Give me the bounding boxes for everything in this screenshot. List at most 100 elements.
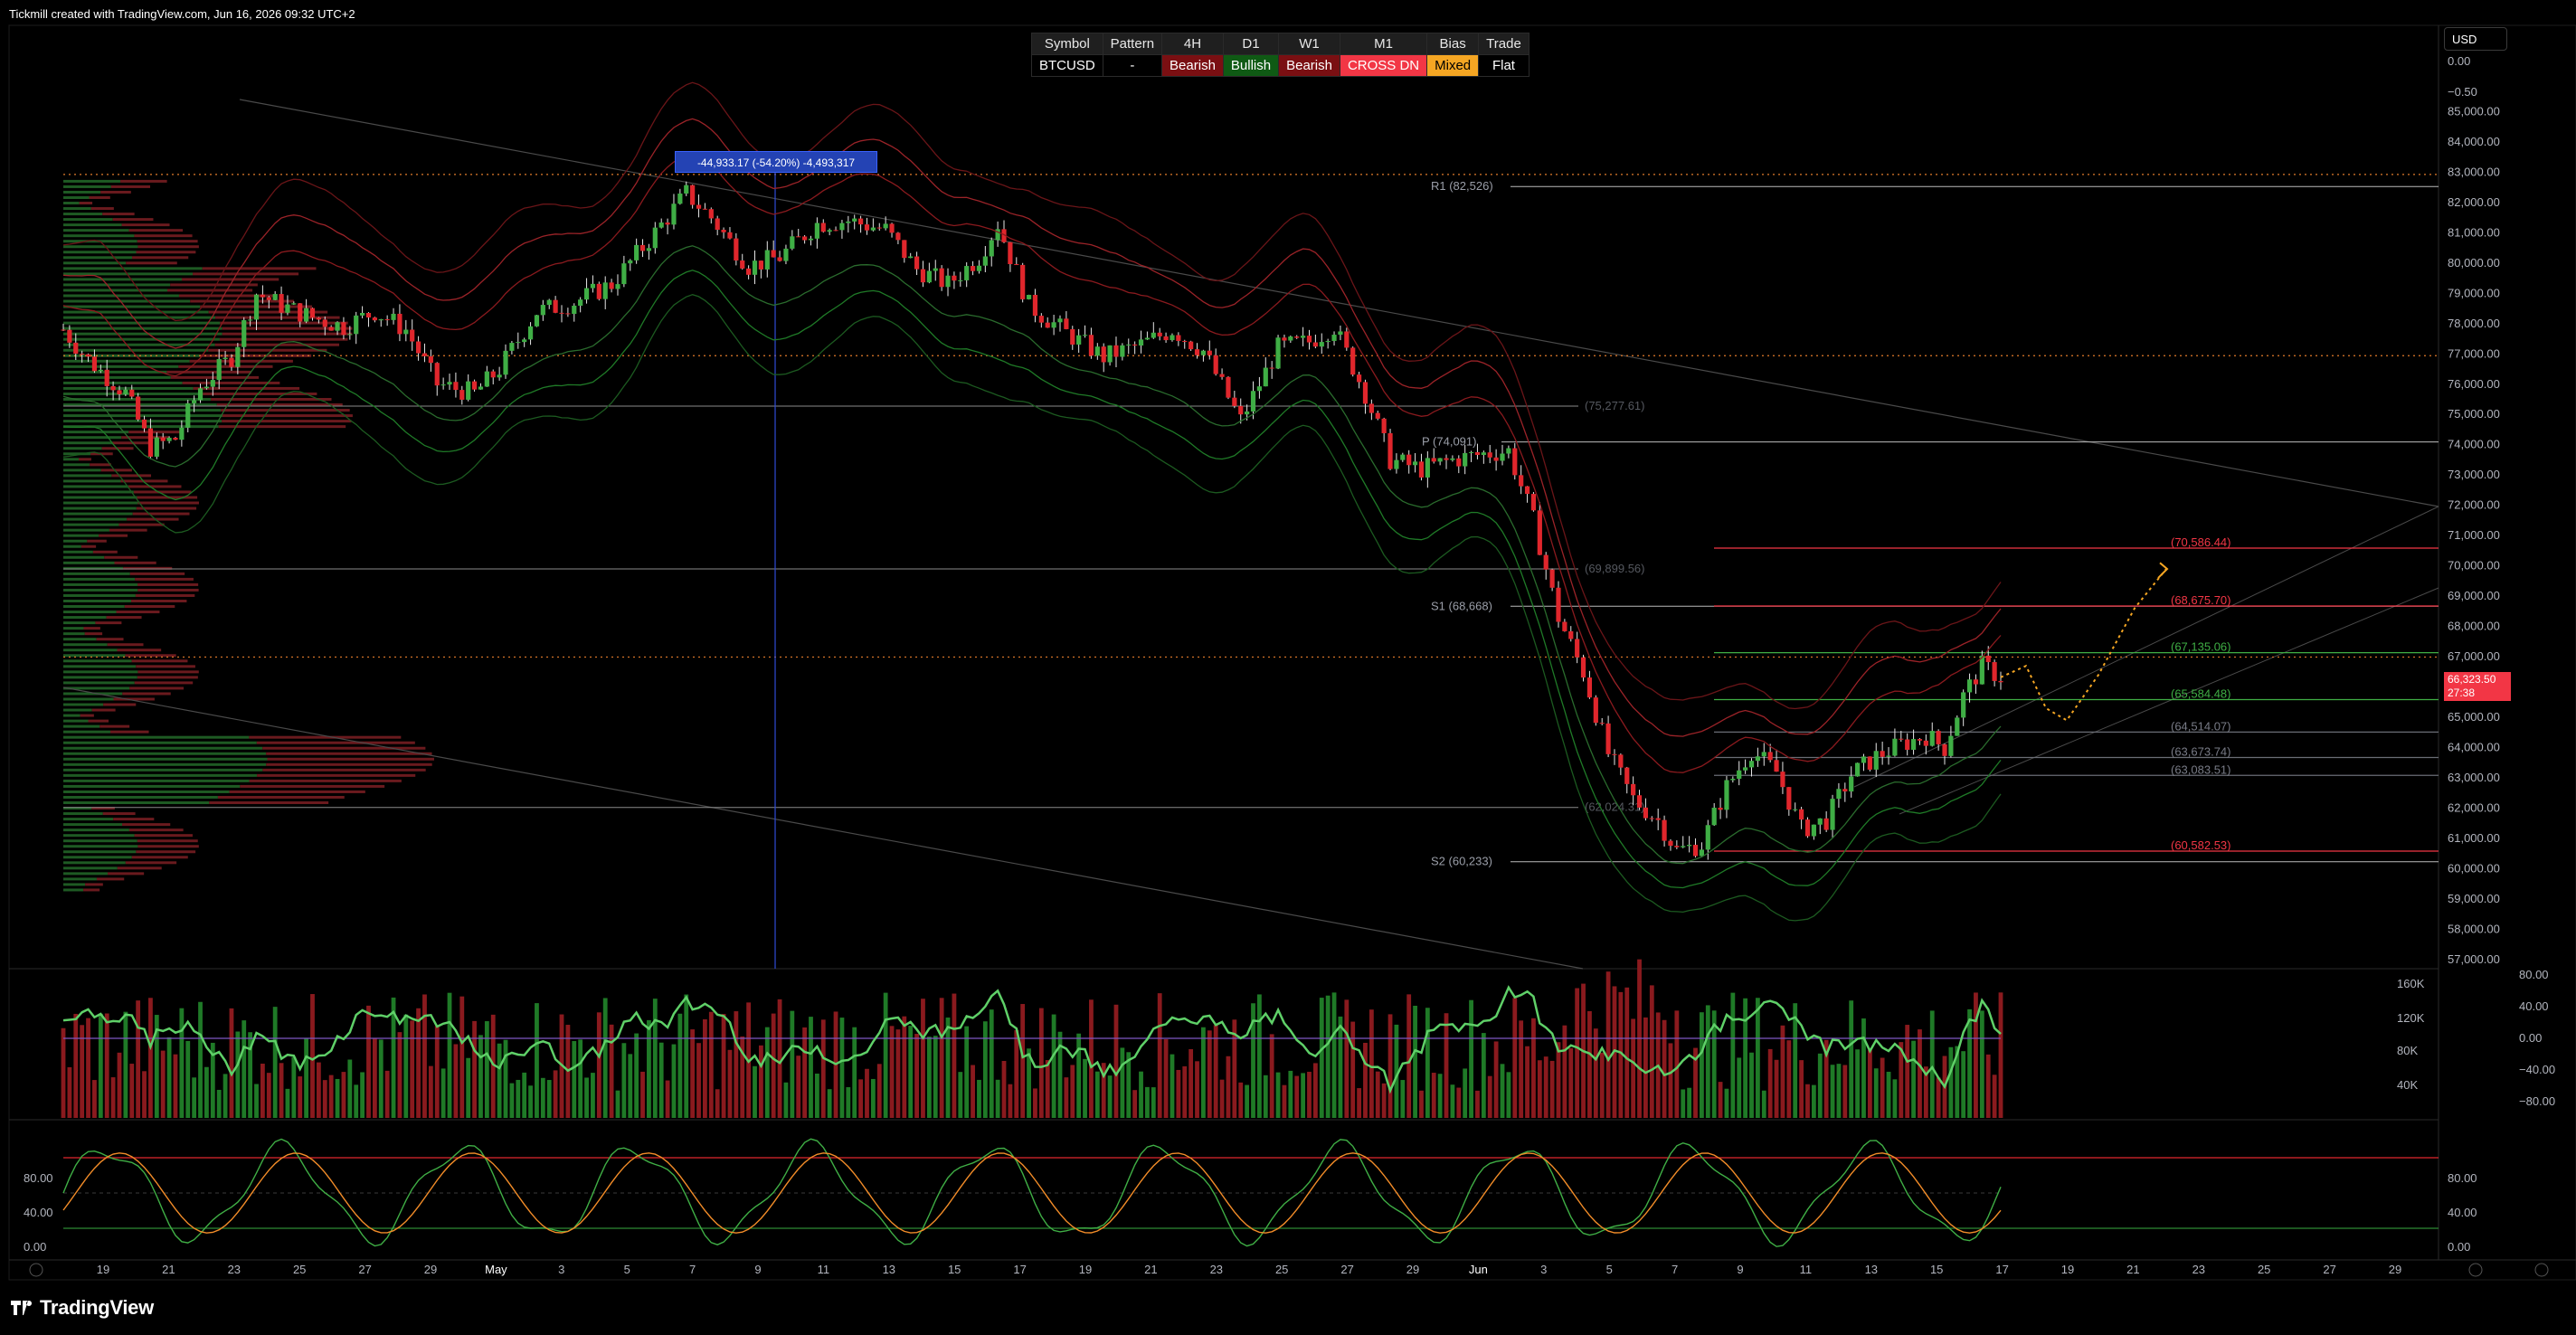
volume-bar xyxy=(572,1041,577,1118)
level-price-label: (62,024.31) xyxy=(1585,800,1645,814)
candle-body xyxy=(1226,376,1231,398)
candle-body xyxy=(1412,461,1418,466)
volume-bar xyxy=(1070,1065,1075,1118)
volume-bar xyxy=(1045,1060,1050,1118)
volume-bar xyxy=(1737,1057,1742,1118)
candle-body xyxy=(1618,754,1624,768)
volume-profile-bar xyxy=(118,523,165,526)
candle-body xyxy=(546,299,552,306)
volume-bar xyxy=(1643,1017,1648,1118)
candle-body xyxy=(1344,331,1350,348)
candle-body xyxy=(1275,337,1281,369)
volume-profile-bar xyxy=(63,195,90,199)
candle-body xyxy=(1767,752,1773,761)
oscillator-axis-label: 0.00 xyxy=(2519,1031,2542,1045)
candle-body xyxy=(1500,453,1505,461)
volume-bar xyxy=(1425,1008,1430,1118)
volume-bar xyxy=(1979,1010,1984,1118)
volume-bar xyxy=(1107,1075,1113,1118)
volume-bar xyxy=(982,1021,988,1118)
candle-body xyxy=(1182,340,1188,342)
volume-bar xyxy=(1463,1068,1468,1118)
volume-profile-bar xyxy=(127,517,179,521)
candle-body xyxy=(1368,403,1374,413)
candle-body xyxy=(1381,418,1387,433)
price-axis-label: 80,000.00 xyxy=(2448,256,2500,270)
volume-bar xyxy=(298,1076,303,1118)
candle-body xyxy=(1718,808,1723,810)
candle-body xyxy=(883,223,888,229)
volume-profile-bar xyxy=(63,582,138,586)
candle-body xyxy=(572,305,577,315)
volume-bar xyxy=(933,1036,938,1118)
volume-profile-bar xyxy=(208,310,328,314)
volume-bar xyxy=(939,998,944,1118)
trend-line xyxy=(1899,587,2439,815)
volume-profile-bar xyxy=(63,267,203,270)
time-axis-label: 5 xyxy=(624,1263,630,1276)
chart-canvas[interactable]: 85,000.00 84,000.00 83,000.00 82,000.00 81,0… xyxy=(0,0,2576,1335)
volume-bar xyxy=(945,1018,951,1118)
volume-bar xyxy=(384,1070,390,1118)
volume-bar xyxy=(1562,1025,1567,1118)
volume-bar xyxy=(1238,1082,1244,1118)
time-axis-label: 29 xyxy=(1406,1263,1419,1276)
candle-body xyxy=(136,396,141,420)
volume-bar xyxy=(802,1027,808,1118)
volume-profile-bar xyxy=(63,719,89,723)
candle-body xyxy=(1917,739,1923,741)
volume-bar xyxy=(1631,1018,1636,1118)
price-axis-label: 81,000.00 xyxy=(2448,225,2500,239)
volume-bar xyxy=(1064,1077,1069,1118)
volume-bar xyxy=(1437,1074,1443,1118)
volume-bar xyxy=(272,1007,278,1118)
candle-body xyxy=(1506,448,1511,454)
volume-profile-bar xyxy=(256,741,415,744)
time-axis-label: 23 xyxy=(228,1263,241,1276)
volume-bar xyxy=(1767,1048,1773,1118)
volume-profile-bar xyxy=(131,659,188,663)
volume-bar xyxy=(1419,1090,1424,1118)
volume-profile-bar xyxy=(189,359,293,363)
time-axis-label: 15 xyxy=(1930,1263,1943,1276)
candle-body xyxy=(1730,779,1736,781)
volume-bar xyxy=(895,1029,901,1118)
volume-profile-bar xyxy=(84,632,103,636)
volume-bar xyxy=(1269,1034,1274,1118)
volume-bar xyxy=(1344,999,1350,1118)
volume-profile-bar xyxy=(63,632,85,636)
time-axis-label: 13 xyxy=(1865,1263,1878,1276)
last-price-value: 66,323.50 xyxy=(2448,673,2496,686)
zoom-out-icon xyxy=(29,1263,43,1277)
candle-body xyxy=(746,268,752,275)
measure-tool-label: -44,933.17 (-54.20%) -4,493,317 xyxy=(675,151,877,173)
volume-profile-bar xyxy=(211,397,332,401)
volume-bar xyxy=(1413,1005,1417,1118)
volume-bar xyxy=(727,1049,733,1118)
candle-body xyxy=(1282,337,1287,341)
candle-body xyxy=(440,384,446,386)
volume-profile-bar xyxy=(107,643,144,647)
candle-body xyxy=(540,305,545,316)
candle-body xyxy=(1189,341,1194,350)
candle-body xyxy=(926,270,932,283)
volume-bar xyxy=(86,1018,90,1118)
candle-body xyxy=(322,319,327,327)
volume-bar xyxy=(535,1003,539,1118)
volume-bar xyxy=(1368,1009,1374,1118)
volume-profile-bar xyxy=(63,485,128,488)
candle-body xyxy=(1094,346,1100,356)
candle-body xyxy=(1867,756,1872,770)
volume-bar xyxy=(783,1082,789,1118)
candle-body xyxy=(1624,767,1630,784)
candle-body xyxy=(1830,799,1835,830)
volume-profile-bar xyxy=(63,572,130,575)
candle-body xyxy=(1038,316,1044,323)
auto-scale-icon xyxy=(2468,1263,2483,1277)
volume-bar xyxy=(1593,1028,1598,1118)
candle-body xyxy=(242,319,247,347)
volume-profile-bar xyxy=(63,202,80,205)
volume-bar xyxy=(1836,1064,1842,1118)
price-axis-label: 0.00 xyxy=(2448,54,2470,68)
candle-body xyxy=(1481,452,1486,455)
